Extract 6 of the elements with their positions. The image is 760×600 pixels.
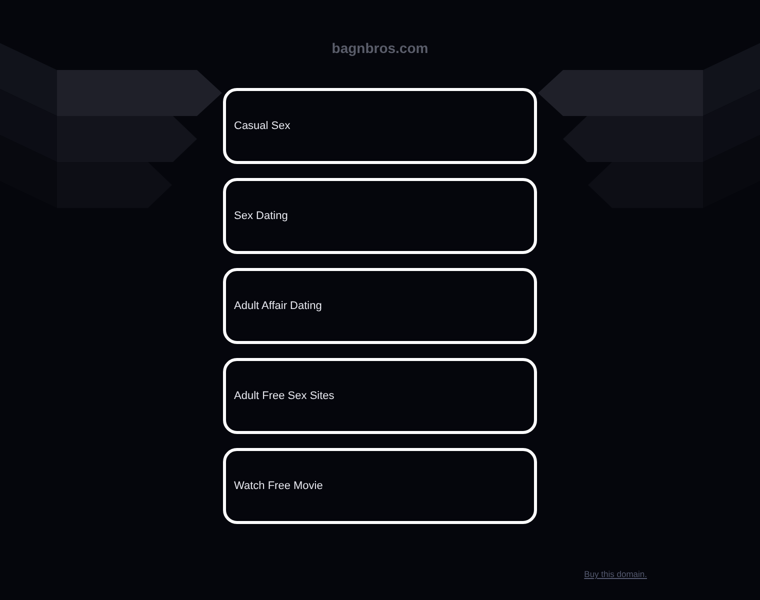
related-link[interactable]: Adult Affair Dating — [223, 268, 537, 344]
domain-title: bagnbros.com — [332, 40, 428, 57]
related-link[interactable]: Sex Dating — [223, 178, 537, 254]
related-link[interactable]: Casual Sex — [223, 88, 537, 164]
related-link[interactable]: Adult Free Sex Sites — [223, 358, 537, 434]
related-link[interactable]: Watch Free Movie — [223, 448, 537, 524]
